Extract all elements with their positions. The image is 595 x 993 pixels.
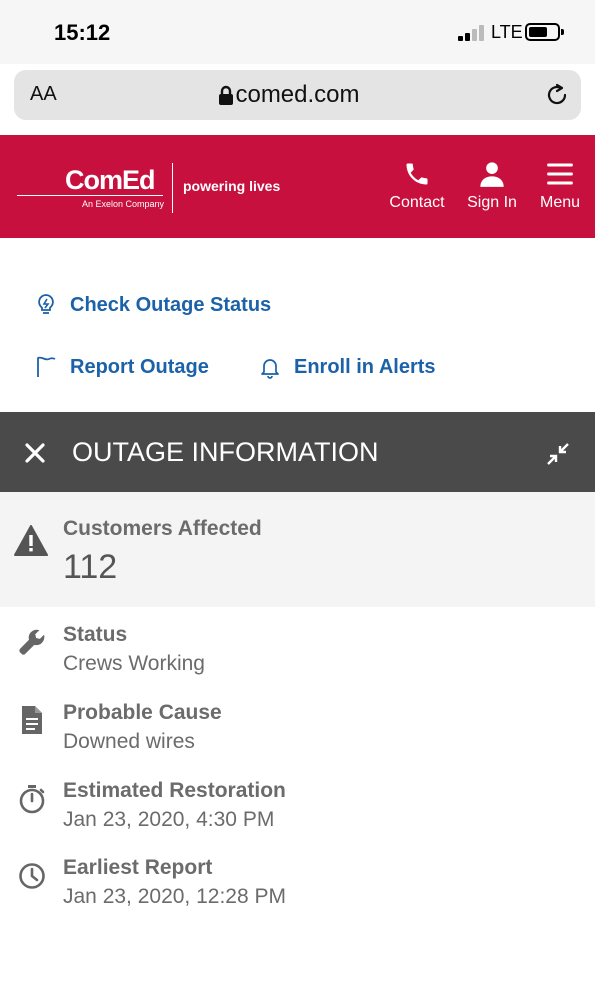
document-icon <box>22 706 42 734</box>
user-icon <box>480 162 504 187</box>
tagline: powering lives <box>183 178 281 194</box>
collapse-icon[interactable] <box>546 442 570 466</box>
sign-in-label: Sign In <box>467 194 517 211</box>
battery-icon <box>525 23 564 41</box>
network-type: LTE <box>491 22 523 42</box>
enroll-alerts-label: Enroll in Alerts <box>294 355 436 378</box>
clock: 15:12 <box>54 20 111 45</box>
contact-button[interactable]: Contact <box>389 160 445 212</box>
check-outage-label: Check Outage Status <box>70 293 272 316</box>
restoration-value: Jan 23, 2020, 4:30 PM <box>63 808 275 831</box>
lightbulb-icon <box>38 294 54 314</box>
logo-subtitle: An Exelon Company <box>82 199 165 209</box>
address-bar[interactable]: AA comed.com <box>14 70 581 120</box>
wrench-icon <box>19 629 45 655</box>
enroll-alerts-link[interactable]: Enroll in Alerts <box>260 355 436 379</box>
hamburger-icon <box>547 163 573 185</box>
status-value: Crews Working <box>63 652 205 675</box>
contact-label: Contact <box>389 194 445 211</box>
earliest-report-value: Jan 23, 2020, 12:28 PM <box>63 885 286 908</box>
warning-icon <box>14 525 48 556</box>
clock-icon <box>19 863 45 889</box>
signal-icon <box>458 25 486 41</box>
check-outage-link[interactable]: Check Outage Status <box>36 293 271 317</box>
reload-icon[interactable] <box>544 82 570 108</box>
logo[interactable]: ComEd <box>65 165 155 196</box>
flag-icon <box>37 356 56 377</box>
close-icon[interactable] <box>24 442 46 464</box>
report-outage-link[interactable]: Report Outage <box>36 355 209 379</box>
status-bar: 15:12 LTE <box>0 0 595 64</box>
customers-affected-value: 112 <box>63 548 118 586</box>
cause-label: Probable Cause <box>63 701 222 724</box>
menu-button[interactable]: Menu <box>536 160 584 212</box>
page: 15:12 LTE AA comed.com ComEd An Exelon C… <box>0 0 595 993</box>
logo-divider <box>172 163 173 213</box>
status-label: Status <box>63 623 128 646</box>
customers-affected-label: Customers Affected <box>63 517 262 540</box>
sign-in-button[interactable]: Sign In <box>464 160 520 212</box>
phone-icon <box>406 163 428 185</box>
cause-value: Downed wires <box>63 730 195 753</box>
stopwatch-icon <box>19 785 45 814</box>
url-text[interactable]: comed.com <box>14 81 581 109</box>
outage-panel-title: OUTAGE INFORMATION <box>72 437 379 467</box>
menu-label: Menu <box>539 194 581 211</box>
restoration-label: Estimated Restoration <box>63 779 286 802</box>
earliest-report-label: Earliest Report <box>63 856 213 879</box>
customers-affected-section: Customers Affected 112 <box>0 492 595 607</box>
report-outage-label: Report Outage <box>70 355 209 378</box>
brand-header: ComEd An Exelon Company powering lives C… <box>0 135 595 238</box>
outage-panel-header: OUTAGE INFORMATION <box>0 412 595 492</box>
bell-icon <box>261 359 279 379</box>
